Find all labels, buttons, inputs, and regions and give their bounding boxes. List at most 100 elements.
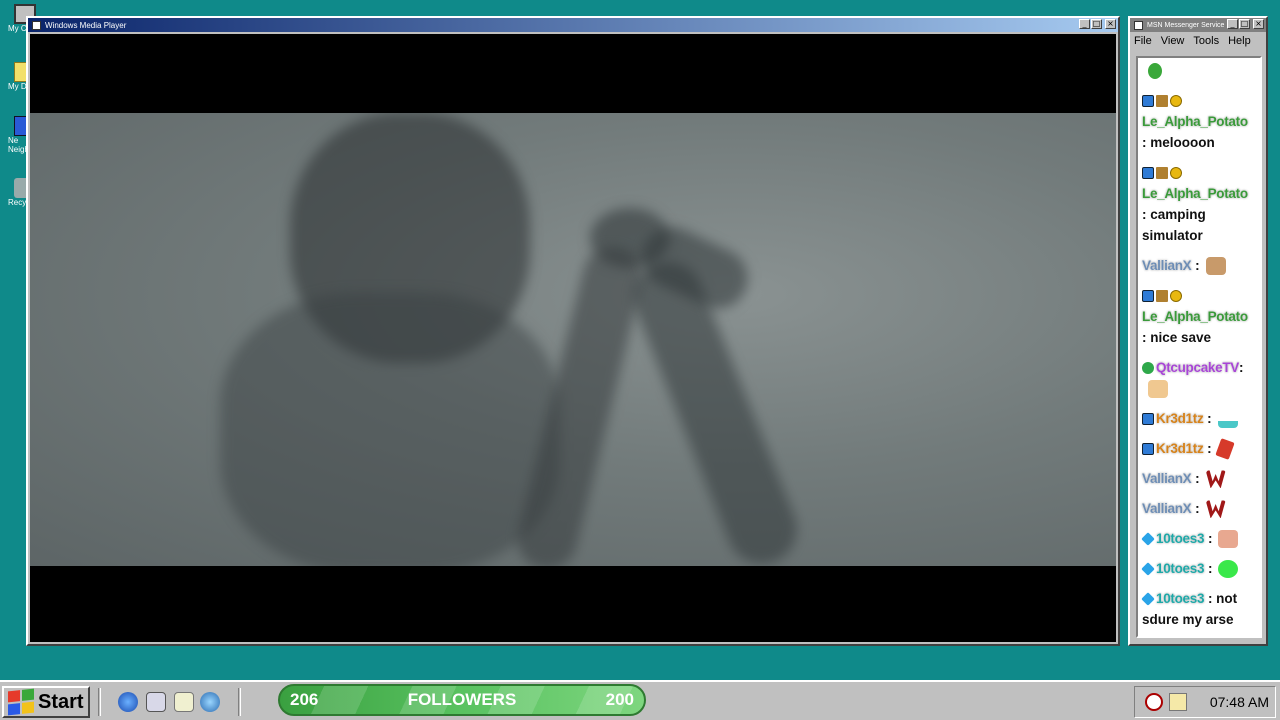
cat-emote-icon — [1205, 257, 1226, 276]
notepad-icon[interactable] — [1169, 693, 1187, 711]
chat-text: : — [1203, 441, 1212, 456]
chat-message: VallianX : — [1142, 498, 1256, 519]
msn-icon — [1134, 20, 1143, 30]
chat-text: : — [1191, 258, 1200, 273]
melon-emote-icon — [1148, 63, 1162, 80]
chat-message: 10toes3 : — [1141, 558, 1256, 579]
show-desktop-icon[interactable] — [174, 692, 194, 712]
record-icon[interactable] — [1145, 693, 1163, 711]
chat-log[interactable]: Le_Alpha_Potato: meloooon Le_Alpha_Potato… — [1136, 56, 1262, 638]
chat-username[interactable]: VallianX — [1142, 258, 1192, 273]
msn-menubar: File View Tools Help — [1130, 32, 1266, 50]
chat-username[interactable]: QtcupcakeTV — [1156, 360, 1239, 375]
follower-count: 206 — [290, 690, 319, 709]
window-title: MSN Messenger Service — [1147, 21, 1225, 29]
close-button[interactable]: × — [1253, 19, 1264, 29]
msn-messenger-window[interactable]: MSN Messenger Service _ □ × File View To… — [1128, 16, 1268, 646]
w-emote-icon — [1205, 500, 1226, 519]
media-player-icon — [32, 20, 41, 30]
follower-goal-bar: 206 FOLLOWERS 200 — [278, 684, 646, 716]
menu-tools[interactable]: Tools — [1193, 35, 1219, 47]
cube-badge-icon — [1141, 592, 1155, 607]
taskbar-separator — [98, 688, 101, 716]
maximize-button[interactable]: □ — [1239, 19, 1250, 29]
chat-text: : — [1191, 471, 1200, 486]
gift-badge-icon — [1156, 95, 1168, 108]
menu-help[interactable]: Help — [1228, 35, 1251, 47]
chat-message: VallianX : — [1142, 255, 1256, 276]
chat-message: Le_Alpha_Potato : nice save — [1142, 285, 1256, 348]
outlook-express-icon[interactable] — [146, 692, 166, 712]
window-title: Windows Media Player — [45, 20, 127, 30]
prime-badge-icon — [1142, 290, 1154, 303]
start-label: Start — [38, 690, 84, 713]
clock[interactable]: 07:48 AM — [1210, 694, 1269, 710]
follower-label: FOLLOWERS — [407, 690, 517, 709]
chat-username[interactable]: Le_Alpha_Potato — [1142, 309, 1248, 324]
windows-logo-icon — [8, 688, 34, 716]
chat-username[interactable]: 10toes3 — [1156, 531, 1204, 546]
minimize-button[interactable]: _ — [1079, 19, 1090, 29]
chat-username[interactable]: Kr3d1tz — [1156, 411, 1204, 426]
check-badge-icon — [1142, 362, 1154, 375]
start-button[interactable]: Start — [2, 686, 90, 718]
chat-message — [1142, 60, 1256, 81]
msn-titlebar[interactable]: MSN Messenger Service _ □ × — [1130, 18, 1266, 32]
chat-username[interactable]: 10toes3 — [1156, 561, 1204, 576]
chat-message: VallianX : — [1142, 468, 1256, 489]
taskbar-separator — [238, 688, 241, 716]
video-area[interactable] — [30, 34, 1116, 642]
chat-text: : — [1191, 501, 1200, 516]
coin-badge-icon — [1170, 290, 1182, 303]
chat-username[interactable]: Le_Alpha_Potato — [1142, 114, 1248, 129]
prime-badge-icon — [1142, 95, 1154, 108]
prime-badge-icon — [1142, 443, 1154, 456]
chat-message: 10toes3 : not sdure my arse — [1141, 588, 1256, 630]
chat-text: : meloooon — [1142, 135, 1215, 150]
chat-text: : — [1204, 561, 1213, 576]
chat-text: : nice save — [1142, 330, 1212, 345]
chat-message: Kr3d1tz : — [1142, 408, 1256, 429]
internet-explorer-icon[interactable] — [118, 692, 138, 712]
chat-message: Kr3d1tz : — [1142, 438, 1256, 461]
chat-message: Le_Alpha_Potato : meloooon — [1142, 90, 1256, 153]
w-emote-icon — [1205, 470, 1226, 489]
video-frame — [30, 113, 1116, 566]
chat-message: 10toes3 : — [1141, 528, 1256, 549]
cube-badge-icon — [1141, 532, 1155, 547]
maximize-button[interactable]: □ — [1091, 19, 1102, 29]
chat-text: : — [1204, 531, 1213, 546]
chat-username[interactable]: 10toes3 — [1156, 591, 1204, 606]
follower-goal: 200 — [605, 690, 634, 709]
media-player-window[interactable]: Windows Media Player _ □ × — [26, 16, 1120, 646]
chat-message: QtcupcakeTV: — [1142, 357, 1256, 399]
water-emote-icon — [1217, 410, 1238, 429]
chat-username[interactable]: VallianX — [1142, 501, 1192, 516]
minimize-button[interactable]: _ — [1227, 19, 1238, 29]
chat-username[interactable]: Kr3d1tz — [1156, 441, 1204, 456]
cube-badge-icon — [1141, 562, 1155, 577]
coin-badge-icon — [1170, 167, 1182, 180]
menu-view[interactable]: View — [1161, 35, 1185, 47]
slime-emote-icon — [1218, 560, 1239, 579]
chat-text: : camping simulator — [1142, 207, 1206, 243]
chat-username[interactable]: Le_Alpha_Potato — [1142, 186, 1248, 201]
chat-username[interactable]: VallianX — [1142, 471, 1192, 486]
taskbar: Start 206 FOLLOWERS 200 07:48 AM — [0, 680, 1280, 720]
coin-badge-icon — [1170, 95, 1182, 108]
system-tray: 07:48 AM — [1134, 686, 1276, 718]
prime-badge-icon — [1142, 167, 1154, 180]
gift-badge-icon — [1156, 290, 1168, 303]
chat-text: : — [1203, 411, 1212, 426]
fox-emote-icon — [1148, 380, 1168, 399]
menu-file[interactable]: File — [1134, 35, 1152, 47]
channels-icon[interactable] — [200, 692, 220, 712]
chat-text: : — [1238, 360, 1244, 375]
close-button[interactable]: × — [1105, 19, 1116, 29]
media-player-titlebar[interactable]: Windows Media Player _ □ × — [28, 18, 1118, 32]
chat-message: Le_Alpha_Potato : camping simulator — [1142, 162, 1256, 246]
gift-badge-icon — [1156, 167, 1168, 180]
red-emote-icon — [1215, 438, 1235, 461]
prime-badge-icon — [1142, 413, 1154, 426]
face-emote-icon — [1218, 530, 1239, 549]
